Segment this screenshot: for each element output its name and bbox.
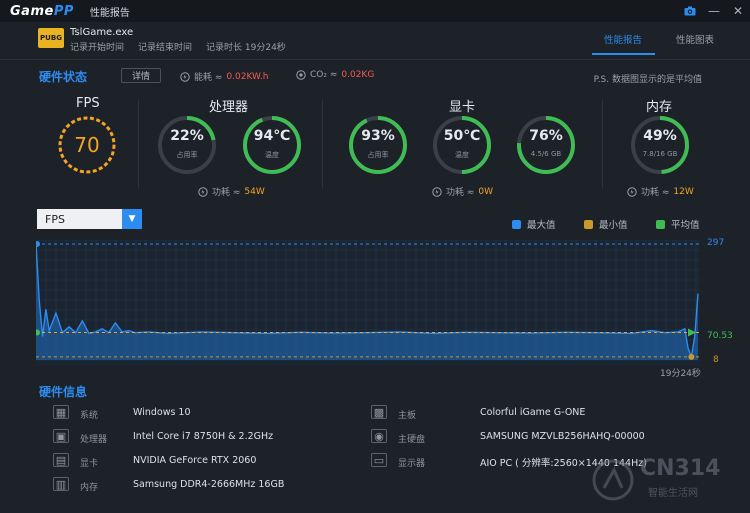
motherboard-icon: ▩ <box>371 405 387 419</box>
hw-value-os: Windows 10 <box>133 407 191 418</box>
game-badge: PUBG <box>38 28 64 48</box>
hw-value-cpu: Intel Core i7 8750H & 2.2GHz <box>133 431 274 442</box>
title-bar: GamePP 性能报告 — ✕ <box>0 0 750 22</box>
cpu-usage-gauge: 22% 占用率 <box>156 114 218 176</box>
gpu-power: 功耗 ≈0W <box>432 185 493 198</box>
power-icon <box>198 186 208 197</box>
cpu-title: 处理器 <box>209 100 249 115</box>
windows-icon: ▦ <box>53 405 69 419</box>
hw-status-title: 硬件状态 <box>39 70 88 84</box>
camera-icon[interactable] <box>678 0 702 22</box>
co2-stat: CO₂ ≈0.02KG <box>296 70 374 80</box>
co2-icon <box>296 70 306 80</box>
watermark: CN314 智能生活网 <box>590 454 740 506</box>
record-duration: 记录时长 19分24秒 <box>206 43 286 53</box>
energy-stat: 能耗 ≈0.02KW.h <box>180 70 268 83</box>
gauge-fill <box>349 116 407 174</box>
hw-label: 主板 <box>398 411 417 421</box>
hw-value-motherboard: Colorful iGame G-ONE <box>480 407 586 418</box>
hw-value-disk: SAMSUNG MZVLB256HAHQ-00000 <box>480 431 645 442</box>
hw-label: 显示器 <box>398 459 426 469</box>
min-label: 8 <box>713 355 719 365</box>
divider <box>602 100 603 188</box>
record-end: 记录结束时间 <box>138 43 193 53</box>
minimize-icon[interactable]: — <box>702 0 726 22</box>
x-end-label: 19分24秒 <box>660 369 701 379</box>
hw-label: 主硬盘 <box>398 435 426 445</box>
divider <box>138 100 139 188</box>
hw-value-ram: Samsung DDR4-2666MHz 16GB <box>133 479 285 490</box>
ram-icon: ▥ <box>53 477 69 491</box>
min-point <box>688 353 695 360</box>
app-logo: GamePP <box>10 3 74 19</box>
tab-performance-chart[interactable]: 性能图表 <box>676 32 714 46</box>
metric-select[interactable]: FPS ▼ <box>37 209 142 229</box>
record-start: 记录开始时间 <box>70 43 125 53</box>
legend-avg: 平均值 <box>656 217 700 231</box>
fps-title: FPS <box>76 96 100 111</box>
tab-performance-report[interactable]: 性能报告 <box>604 32 642 46</box>
legend-min: 最小值 <box>584 217 628 231</box>
hw-label: 显卡 <box>80 459 99 469</box>
mem-usage-gauge: 49% 7.8/16 GB <box>629 114 691 176</box>
fps-value: 70 <box>74 133 100 157</box>
fps-gauge: 70 <box>56 114 118 176</box>
gpu-vram-gauge: 76% 4.5/6 GB <box>515 114 577 176</box>
watermark-logo-icon <box>592 459 634 501</box>
close-icon[interactable]: ✕ <box>726 0 750 22</box>
gpu-usage-gauge: 93% 占用率 <box>347 114 409 176</box>
report-header: PUBG TslGame.exe 记录开始时间 记录结束时间 记录时长 19分2… <box>0 22 750 60</box>
cpu-icon: ▣ <box>53 429 69 443</box>
disk-icon: ◉ <box>371 429 387 443</box>
cpu-temp-gauge: 94℃ 温度 <box>241 114 303 176</box>
cpu-power: 功耗 ≈54W <box>198 185 265 198</box>
mem-power: 功耗 ≈12W <box>627 185 694 198</box>
energy-icon <box>180 71 190 82</box>
power-icon <box>627 186 637 197</box>
fps-chart <box>36 240 700 366</box>
mem-title: 内存 <box>646 100 673 115</box>
chevron-down-icon[interactable]: ▼ <box>122 209 142 229</box>
gpu-title: 显卡 <box>449 100 476 115</box>
window-title: 性能报告 <box>89 7 130 19</box>
power-icon <box>432 186 442 197</box>
gpu-icon: ▤ <box>53 453 69 467</box>
monitor-icon: ▭ <box>371 453 387 467</box>
max-label: 297 <box>707 238 725 248</box>
average-note: P.S. 数据图显示的是平均值 <box>593 75 702 85</box>
hw-label: 内存 <box>80 483 99 493</box>
gpu-temp-gauge: 50℃ 温度 <box>431 114 493 176</box>
hw-value-gpu: NVIDIA GeForce RTX 2060 <box>133 455 257 466</box>
hw-label: 系统 <box>80 411 99 421</box>
legend-max: 最大值 <box>512 217 556 231</box>
gauge-fill <box>243 116 301 174</box>
game-name: TslGame.exe <box>70 27 134 38</box>
avg-label: 70.53 <box>707 331 733 341</box>
active-tab-indicator <box>592 53 655 55</box>
detail-button[interactable]: 详情 <box>121 68 161 83</box>
hw-info-title: 硬件信息 <box>39 385 88 399</box>
divider <box>322 100 323 188</box>
hw-label: 处理器 <box>80 435 108 445</box>
